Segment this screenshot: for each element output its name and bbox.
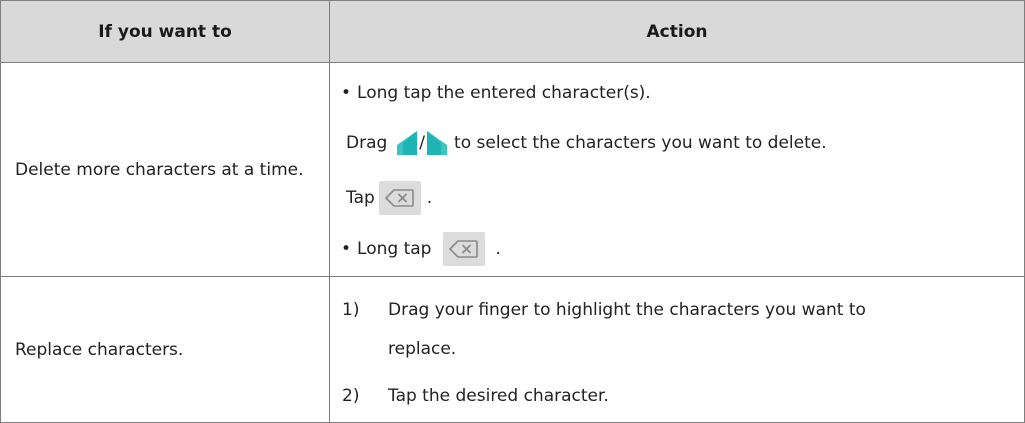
tap-label: Tap bbox=[346, 188, 375, 208]
bullet: • bbox=[341, 239, 352, 259]
header-action: Action bbox=[329, 0, 1025, 63]
action-cell: • Long tap the entered character(s). Dra… bbox=[329, 62, 1025, 277]
step-text-cont: replace. bbox=[388, 339, 457, 359]
backspace-icon bbox=[449, 240, 479, 258]
step-number: 2) bbox=[342, 386, 360, 406]
table-row: Delete more characters at a time. • Long… bbox=[0, 62, 1025, 277]
drag-text: to select the characters you want to del… bbox=[454, 133, 827, 153]
header-row: If you want to Action bbox=[0, 0, 1025, 63]
step-1-continuation: replace. bbox=[388, 336, 456, 362]
action-line-long-tap-entered: • Long tap the entered character(s). bbox=[341, 80, 651, 106]
backspace-key bbox=[378, 181, 421, 215]
action-cell: 1) Drag your finger to highlight the cha… bbox=[329, 276, 1025, 423]
action-line-long-tap-backspace: • Long tap . bbox=[341, 231, 501, 267]
step-1: 1) Drag your finger to highlight the cha… bbox=[342, 297, 866, 323]
header-if-you-want-to: If you want to bbox=[0, 0, 330, 63]
backspace-icon bbox=[384, 189, 414, 207]
task-text: Delete more characters at a time. bbox=[15, 159, 304, 180]
step-text: Drag your finger to highlight the charac… bbox=[388, 300, 866, 320]
backspace-key bbox=[443, 232, 486, 266]
task-cell: Replace characters. bbox=[0, 276, 330, 423]
table-row: Replace characters. 1) Drag your finger … bbox=[0, 276, 1025, 423]
action-line-tap: Tap . bbox=[346, 180, 432, 216]
bullet: • bbox=[341, 83, 352, 103]
drag-slash: / bbox=[419, 133, 426, 153]
task-text: Replace characters. bbox=[15, 339, 184, 360]
task-cell: Delete more characters at a time. bbox=[0, 62, 330, 277]
long-tap-period: . bbox=[495, 239, 501, 259]
tap-period: . bbox=[426, 188, 433, 208]
selection-handle-right-icon bbox=[427, 131, 448, 155]
selection-handle-left-icon bbox=[397, 131, 418, 155]
instruction-table: If you want to Action Delete more charac… bbox=[0, 0, 1025, 423]
action-text: Long tap the entered character(s). bbox=[357, 83, 651, 103]
step-number: 1) bbox=[342, 300, 360, 320]
drag-label: Drag bbox=[346, 133, 388, 153]
step-2: 2) Tap the desired character. bbox=[342, 383, 609, 409]
long-tap-label: Long tap bbox=[357, 239, 432, 259]
action-line-drag: Drag / to select the characters you want… bbox=[346, 130, 827, 156]
step-text: Tap the desired character. bbox=[388, 386, 609, 406]
